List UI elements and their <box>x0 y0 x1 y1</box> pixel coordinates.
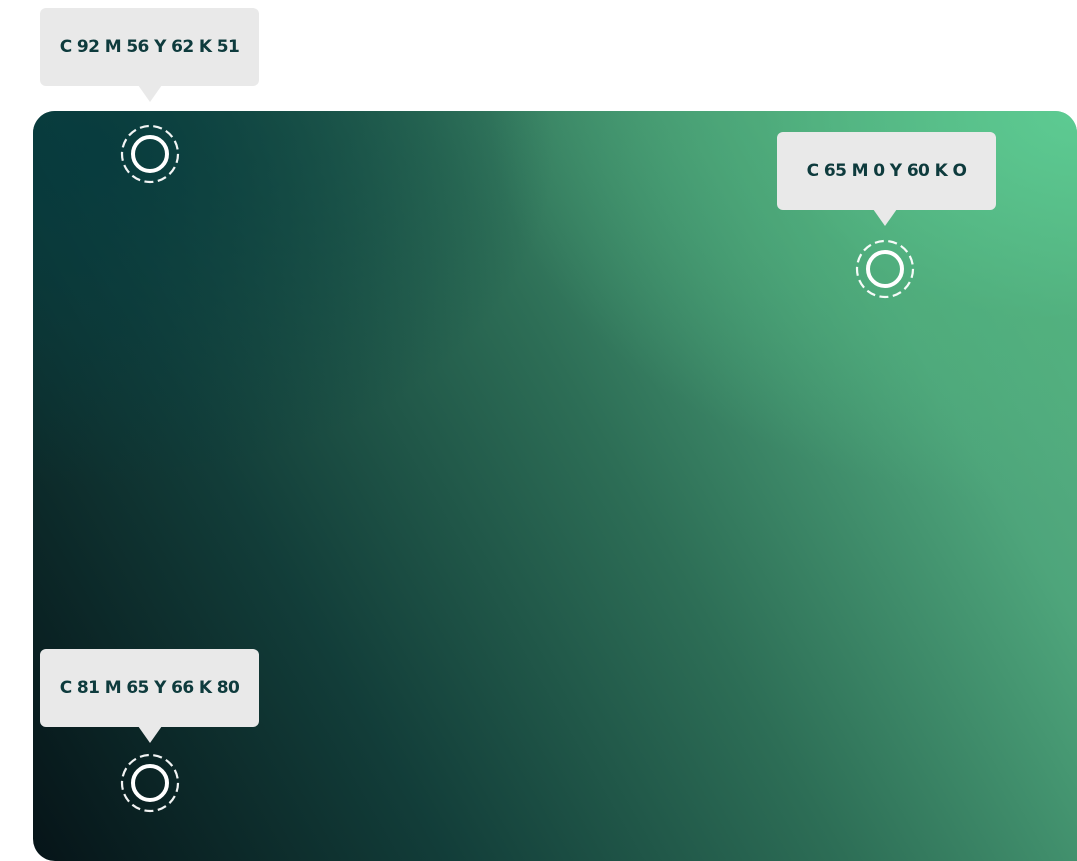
color-stop-label: C 65 M 0 Y 60 K O <box>806 161 967 181</box>
color-picker-ring-icon[interactable] <box>118 751 182 815</box>
color-picker-ring-icon[interactable] <box>118 122 182 186</box>
tooltip-pointer <box>138 85 162 102</box>
tooltip-pointer <box>873 209 897 226</box>
color-stop-label: C 81 M 65 Y 66 K 80 <box>59 678 240 698</box>
color-stop-tooltip-bottom-left: C 81 M 65 Y 66 K 80 <box>40 649 259 743</box>
color-stop-tooltip-top-left: C 92 M 56 Y 62 K 51 <box>40 8 259 102</box>
gradient-color-stops-view: C 92 M 56 Y 62 K 51 C 65 M 0 Y 60 K O C … <box>0 0 1077 861</box>
color-picker-ring-icon[interactable] <box>853 237 917 301</box>
tooltip-pointer <box>138 726 162 743</box>
gradient-highlight-layer <box>33 111 1077 861</box>
color-stop-tooltip-top-right: C 65 M 0 Y 60 K O <box>777 132 996 226</box>
color-stop-label: C 92 M 56 Y 62 K 51 <box>59 37 240 57</box>
gradient-panel <box>33 111 1077 861</box>
